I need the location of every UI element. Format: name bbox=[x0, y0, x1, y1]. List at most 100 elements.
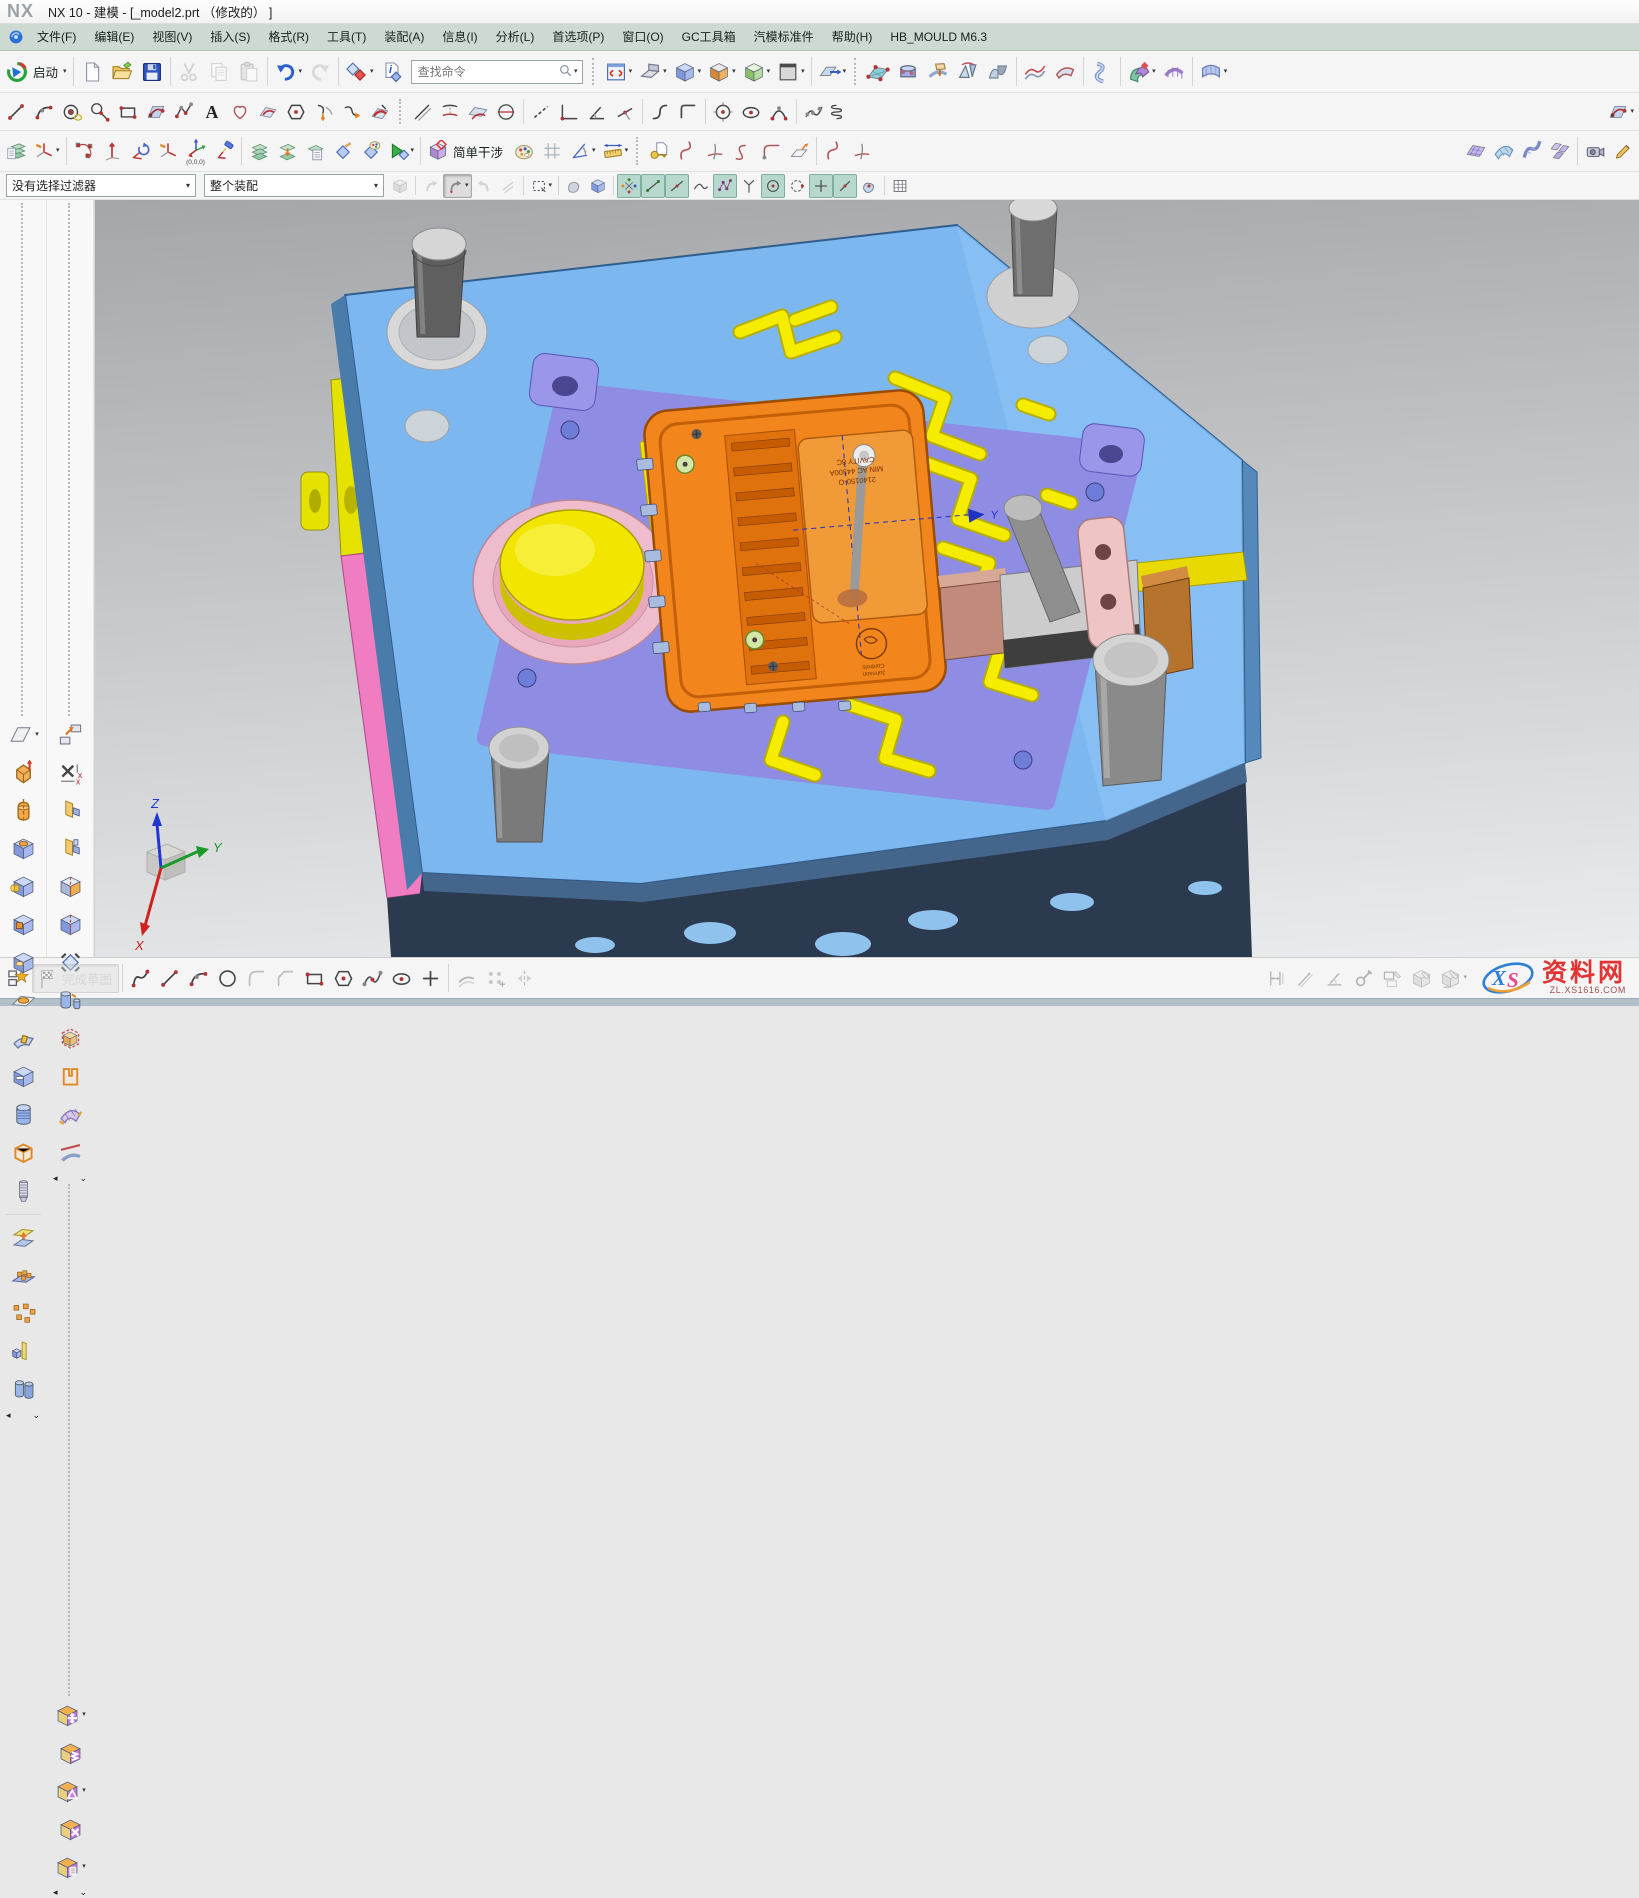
rapid-dimension-button[interactable] bbox=[1262, 964, 1291, 993]
move-face-button[interactable]: ▾ bbox=[48, 1696, 92, 1734]
studio-surface-button[interactable] bbox=[1462, 137, 1490, 165]
linear-dimension-button[interactable] bbox=[1291, 964, 1320, 993]
chevron-down-icon[interactable]: ▾ bbox=[299, 68, 303, 76]
mirror-curve-button[interactable] bbox=[510, 964, 539, 993]
select-previous-button[interactable] bbox=[419, 174, 443, 198]
simple-interference-button[interactable]: 简单干涉 bbox=[424, 137, 510, 165]
menu-item[interactable]: 装配(A) bbox=[375, 24, 433, 50]
spline-surface-button[interactable] bbox=[142, 98, 170, 126]
chevron-down-icon[interactable]: ▾ bbox=[732, 68, 736, 76]
hole-button[interactable] bbox=[1, 830, 45, 868]
datum-line-button[interactable] bbox=[527, 98, 555, 126]
fit-curve-button[interactable] bbox=[800, 98, 828, 126]
annotation-button[interactable] bbox=[1609, 137, 1637, 165]
sketch-line-button[interactable] bbox=[155, 964, 184, 993]
mirror-feature-button[interactable] bbox=[1, 1333, 45, 1371]
info-window-button[interactable]: i bbox=[377, 57, 407, 87]
menu-item[interactable]: 文件(F) bbox=[28, 24, 85, 50]
intersection-curve-button[interactable] bbox=[464, 98, 492, 126]
scatter-feature-button[interactable] bbox=[1, 1295, 45, 1333]
point-on-line-button[interactable] bbox=[611, 98, 639, 126]
chevron-down-icon[interactable]: ▾ bbox=[82, 1863, 86, 1871]
view-triad[interactable]: Z Y X bbox=[134, 796, 223, 953]
select-inside-button[interactable] bbox=[472, 174, 496, 198]
extend-curve-button[interactable] bbox=[338, 98, 366, 126]
flip-surface-button[interactable] bbox=[953, 57, 983, 87]
snap-pole-button[interactable] bbox=[713, 174, 737, 198]
light-view-button[interactable] bbox=[210, 137, 238, 165]
constraint-settings-button[interactable]: ▾ bbox=[1436, 964, 1470, 993]
circle-line-button[interactable] bbox=[86, 98, 114, 126]
conic-curve-button[interactable] bbox=[765, 98, 793, 126]
plate-hole[interactable] bbox=[1028, 336, 1068, 364]
sketch-circle-button[interactable] bbox=[213, 964, 242, 993]
toolbar-grip[interactable] bbox=[636, 137, 640, 164]
studio-spline-button[interactable] bbox=[358, 964, 387, 993]
orient-view-button[interactable]: ▾ bbox=[635, 57, 670, 87]
chevron-down-icon[interactable]: ▾ bbox=[411, 147, 415, 155]
chevron-down-icon[interactable]: ▾ bbox=[82, 1787, 86, 1795]
bend-sheet-button[interactable] bbox=[923, 57, 953, 87]
snap-midpoint-button[interactable] bbox=[665, 174, 689, 198]
toolbar-grip[interactable] bbox=[68, 1184, 72, 1697]
menu-item[interactable]: 分析(L) bbox=[487, 24, 544, 50]
plate-hole[interactable] bbox=[405, 410, 449, 442]
polyline-button[interactable] bbox=[170, 98, 198, 126]
point-set-button[interactable] bbox=[70, 137, 98, 165]
text-curve-button[interactable]: A bbox=[198, 98, 226, 126]
chevron-down-icon[interactable]: ▾ bbox=[56, 147, 60, 155]
part-navigator-grid-button[interactable] bbox=[888, 174, 912, 198]
chevron-down-icon[interactable]: ▾ bbox=[629, 68, 633, 76]
highlight-faces-button[interactable] bbox=[562, 174, 586, 198]
snap-quadrant-button[interactable] bbox=[785, 174, 809, 198]
chevron-down-icon[interactable]: ▾ bbox=[574, 68, 578, 76]
smooth-curve-button[interactable] bbox=[646, 98, 674, 126]
scene-settings-button[interactable] bbox=[1581, 137, 1609, 165]
extrude-button[interactable] bbox=[1, 754, 45, 792]
menu-item[interactable]: GC工具箱 bbox=[673, 24, 745, 50]
snap-mid-line-button[interactable] bbox=[833, 174, 857, 198]
flange-surface-button[interactable] bbox=[1050, 57, 1080, 87]
divide-face-button[interactable] bbox=[48, 906, 92, 944]
new-file-button[interactable] bbox=[77, 57, 107, 87]
wrap-geometry-button[interactable] bbox=[48, 1058, 92, 1096]
screw-button[interactable] bbox=[1, 1172, 45, 1210]
helix-button[interactable] bbox=[828, 98, 856, 126]
chevron-down-icon[interactable]: ▾ bbox=[1224, 68, 1228, 76]
snap-branch-button[interactable] bbox=[737, 174, 761, 198]
project-curve-button[interactable] bbox=[436, 98, 464, 126]
menu-item[interactable]: 帮助(H) bbox=[823, 24, 882, 50]
more-curve-button[interactable]: ▾ bbox=[1604, 98, 1637, 126]
window-style-button[interactable]: ▾ bbox=[773, 57, 808, 87]
viewport-3d[interactable]: Y 2140150-O MIN AC 44300A CAVITY 8C John… bbox=[95, 200, 1639, 957]
vector-button[interactable] bbox=[98, 137, 126, 165]
corner-blend-button[interactable] bbox=[757, 137, 785, 165]
grid-surface-button[interactable] bbox=[1159, 57, 1189, 87]
align-view-button[interactable] bbox=[48, 716, 92, 754]
sketch-arc-button[interactable] bbox=[184, 964, 213, 993]
render-style-button[interactable]: ▾ bbox=[670, 57, 705, 87]
bounding-body-button[interactable] bbox=[48, 1020, 92, 1058]
toolbar-grip[interactable] bbox=[399, 99, 403, 124]
menu-item[interactable]: HB_MOULD M6.3 bbox=[881, 24, 996, 50]
move-object-button[interactable]: ▾ bbox=[815, 57, 850, 87]
boss-button[interactable] bbox=[1, 868, 45, 906]
section-curve-button[interactable] bbox=[492, 98, 520, 126]
paste-button[interactable] bbox=[234, 57, 264, 87]
chevron-down-icon[interactable]: ▾ bbox=[465, 182, 469, 190]
menu-item[interactable]: 窗口(O) bbox=[613, 24, 672, 50]
grid-button[interactable] bbox=[538, 137, 566, 165]
menu-item[interactable]: 插入(S) bbox=[201, 24, 259, 50]
chevron-down-icon[interactable]: ▾ bbox=[1152, 68, 1156, 76]
chevron-down-icon[interactable]: ▾ bbox=[625, 147, 629, 155]
n-sided-surface-button[interactable]: ▾ bbox=[1124, 57, 1159, 87]
orient-csys-button[interactable] bbox=[154, 137, 182, 165]
unlock-objects-button[interactable] bbox=[645, 137, 673, 165]
tube-button[interactable] bbox=[1, 1371, 45, 1409]
snap-intersection-button[interactable] bbox=[809, 174, 833, 198]
box-button[interactable] bbox=[1, 1134, 45, 1172]
save-button[interactable] bbox=[137, 57, 167, 87]
datum-plane-button[interactable] bbox=[48, 830, 92, 868]
copy-to-layer-button[interactable] bbox=[301, 137, 329, 165]
chevron-down-icon[interactable]: ▾ bbox=[178, 181, 190, 190]
